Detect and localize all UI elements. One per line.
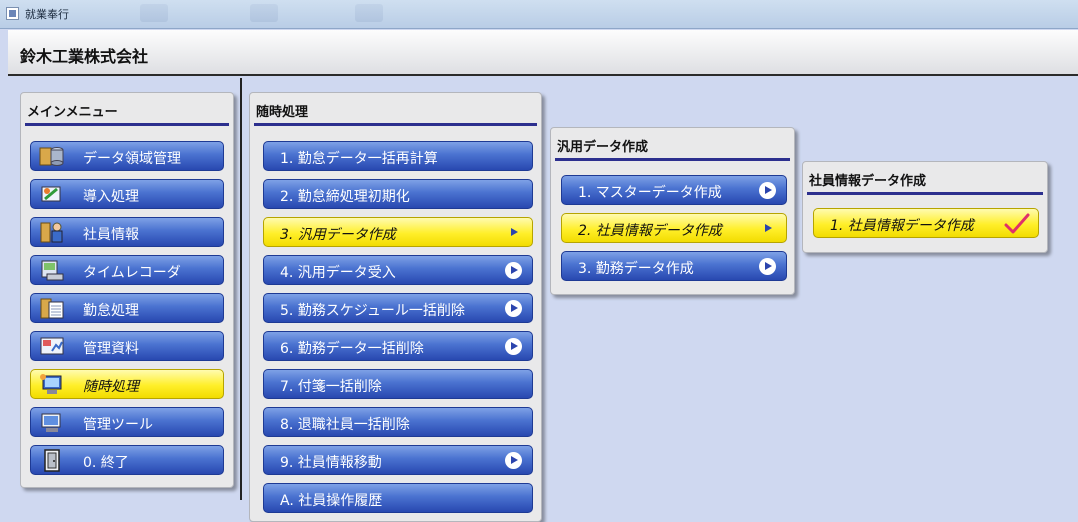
background-taskbar-icon: [250, 4, 278, 22]
menu-item-label: タイムレコーダ: [83, 265, 181, 281]
menu-data-area-button[interactable]: データ領域管理: [30, 141, 224, 171]
menu-item-label: 0. 終了: [83, 455, 129, 471]
adhoc-item-closing-init-button[interactable]: 2. 勤怠締処理初期化: [263, 179, 533, 209]
menu-attendance-button[interactable]: 勤怠処理: [30, 293, 224, 323]
menu-admin-tool-button[interactable]: 管理ツール: [30, 407, 224, 437]
submenu-arrow-icon: [505, 452, 522, 469]
generic-data-menu-panel: 汎用データ作成 1. マスターデータ作成 2. 社員情報データ作成 3. 勤務デ…: [550, 127, 795, 295]
menu-reports-button[interactable]: 管理資料: [30, 331, 224, 361]
adhoc-item-sticky-note-delete-button[interactable]: 7. 付箋一括削除: [263, 369, 533, 399]
company-bar: 鈴木工業株式会社: [8, 30, 1078, 76]
employee-data-menu-title: 社員情報データ作成: [809, 174, 927, 189]
menu-item-label: 1. マスターデータ作成: [578, 185, 722, 201]
attendance-icon: [40, 298, 64, 319]
menu-exit-button[interactable]: 0. 終了: [30, 445, 224, 475]
generic-data-menu-title: 汎用データ作成: [557, 140, 649, 155]
report-icon: [40, 337, 64, 355]
time-recorder-icon: [41, 260, 64, 281]
submenu-arrow-icon: [505, 338, 522, 355]
main-menu-title: メインメニュー: [27, 105, 118, 120]
menu-item-label: 社員情報: [83, 227, 139, 243]
submenu-arrow-icon: [505, 262, 522, 279]
title-underline: [25, 123, 229, 126]
background-taskbar-icon: [140, 4, 168, 22]
adhoc-menu-title: 随時処理: [256, 105, 309, 120]
employee-data-create-button[interactable]: 1. 社員情報データ作成: [813, 208, 1039, 238]
window-titlebar: 就業奉行: [0, 0, 1078, 29]
menu-item-label: 3. 勤務データ作成: [578, 261, 694, 277]
database-icon: [39, 147, 64, 166]
submenu-arrow-icon: [505, 224, 522, 241]
admin-tool-icon: [41, 413, 61, 432]
adhoc-item-generic-data-import-button[interactable]: 4. 汎用データ受入: [263, 255, 533, 285]
menu-item-label: 4. 汎用データ受入: [280, 265, 396, 281]
divider: [240, 78, 242, 500]
employee-icon: [40, 222, 63, 243]
adhoc-item-recalculate-button[interactable]: 1. 勤怠データ一括再計算: [263, 141, 533, 171]
adhoc-item-operation-history-button[interactable]: A. 社員操作履歴: [263, 483, 533, 513]
menu-item-label: データ領域管理: [83, 151, 181, 167]
adhoc-item-work-data-delete-button[interactable]: 6. 勤務データ一括削除: [263, 331, 533, 361]
menu-item-label: 5. 勤務スケジュール一括削除: [280, 303, 465, 319]
setup-icon: [41, 186, 61, 202]
adhoc-item-employee-move-button[interactable]: 9. 社員情報移動: [263, 445, 533, 475]
title-underline: [807, 192, 1043, 195]
generic-item-master-data-button[interactable]: 1. マスターデータ作成: [561, 175, 787, 205]
submenu-arrow-icon: [505, 300, 522, 317]
submenu-arrow-icon: [759, 220, 776, 237]
adhoc-item-schedule-delete-button[interactable]: 5. 勤務スケジュール一括削除: [263, 293, 533, 323]
checkmark-icon: [1004, 213, 1030, 234]
title-underline: [555, 158, 790, 161]
menu-item-label: 8. 退職社員一括削除: [280, 417, 410, 433]
generic-item-employee-data-button[interactable]: 2. 社員情報データ作成: [561, 213, 787, 243]
menu-item-label: 管理ツール: [83, 417, 153, 433]
submenu-arrow-icon: [759, 258, 776, 275]
menu-item-label: 随時処理: [83, 379, 139, 395]
app-icon: [6, 7, 19, 20]
menu-item-label: 導入処理: [83, 189, 139, 205]
title-underline: [254, 123, 537, 126]
adhoc-item-generic-data-create-button[interactable]: 3. 汎用データ作成: [263, 217, 533, 247]
menu-item-label: 9. 社員情報移動: [280, 455, 382, 471]
company-name: 鈴木工業株式会社: [20, 47, 149, 66]
main-menu-panel: メインメニュー データ領域管理 導入処理 社員情報 タイムレコーダ 勤怠処理 管…: [20, 92, 234, 488]
menu-item-label: 3. 汎用データ作成: [280, 227, 396, 243]
menu-item-label: 1. 社員情報データ作成: [830, 218, 974, 234]
menu-setup-button[interactable]: 導入処理: [30, 179, 224, 209]
menu-item-label: 2. 社員情報データ作成: [578, 223, 722, 239]
menu-adhoc-process-button[interactable]: 随時処理: [30, 369, 224, 399]
generic-item-work-data-button[interactable]: 3. 勤務データ作成: [561, 251, 787, 281]
window-title: 就業奉行: [25, 8, 69, 21]
menu-employee-button[interactable]: 社員情報: [30, 217, 224, 247]
menu-item-label: 7. 付箋一括削除: [280, 379, 382, 395]
exit-door-icon: [44, 449, 60, 472]
menu-item-label: 1. 勤怠データ一括再計算: [280, 151, 438, 167]
adhoc-process-icon: [40, 374, 62, 394]
adhoc-item-retired-delete-button[interactable]: 8. 退職社員一括削除: [263, 407, 533, 437]
background-taskbar-icon: [355, 4, 383, 22]
menu-item-label: 管理資料: [83, 341, 139, 357]
submenu-arrow-icon: [759, 182, 776, 199]
employee-data-menu-panel: 社員情報データ作成 1. 社員情報データ作成: [802, 161, 1048, 253]
adhoc-menu-panel: 随時処理 1. 勤怠データ一括再計算 2. 勤怠締処理初期化 3. 汎用データ作…: [249, 92, 542, 522]
menu-item-label: A. 社員操作履歴: [280, 493, 383, 509]
menu-time-recorder-button[interactable]: タイムレコーダ: [30, 255, 224, 285]
menu-item-label: 6. 勤務データ一括削除: [280, 341, 424, 357]
menu-item-label: 勤怠処理: [83, 303, 139, 319]
menu-item-label: 2. 勤怠締処理初期化: [280, 189, 410, 205]
